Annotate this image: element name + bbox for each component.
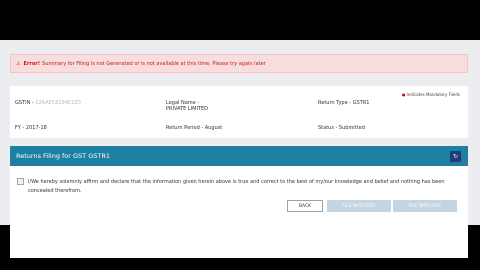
file-with-dsc-button[interactable]: FILE WITH DSC <box>327 200 391 212</box>
refresh-button[interactable]: ↻ <box>450 151 461 162</box>
refresh-icon: ↻ <box>452 153 459 160</box>
mandatory-note: ●Indicates Mandatory Fields <box>402 92 460 97</box>
declaration-text: I/We hereby solemnly affirm and declare … <box>28 179 445 194</box>
file-with-evc-button[interactable]: FILE WITH EVC <box>393 200 457 212</box>
gstin-label: GSTIN - <box>15 100 34 106</box>
fy-field: FY - 2017-18 <box>15 125 47 131</box>
declaration-checkbox[interactable] <box>17 178 24 185</box>
return-type-value: GSTR1 <box>352 100 370 106</box>
return-period-field: Return Period - August <box>166 125 222 131</box>
legal-name-value: PRIVATE LIMITED <box>166 106 209 112</box>
gstin-field: GSTIN - 22AAEC8294E1Z0 <box>15 100 81 106</box>
required-star-icon: ● <box>402 92 406 97</box>
status-value: Submitted <box>338 125 365 131</box>
return-details-card: ●Indicates Mandatory Fields GSTIN - 22AA… <box>10 86 468 138</box>
fy-value: 2017-18 <box>25 125 47 131</box>
error-alert: ⚠ Error! Summary for Filing is not Gener… <box>10 54 468 73</box>
returns-filing-title: Returns Filing for GST GSTR1 <box>16 152 111 160</box>
legal-name-field: Legal Name - PRIVATE LIMITED <box>166 100 208 112</box>
return-period-label: Return Period - <box>166 125 204 131</box>
error-icon: ⚠ <box>16 60 21 67</box>
declaration-row: I/We hereby solemnly affirm and declare … <box>17 178 457 196</box>
back-button[interactable]: BACK <box>287 200 323 212</box>
returns-filing-header: Returns Filing for GST GSTR1 ↻ <box>10 146 468 166</box>
return-period-value: August <box>204 125 223 131</box>
return-type-field: Return Type - GSTR1 <box>318 100 369 106</box>
status-label: Status - <box>318 125 338 131</box>
error-message: Summary for Filing is not Generated or i… <box>42 60 266 67</box>
gstin-value: 22AAEC8294E1Z0 <box>35 100 81 106</box>
gst-portal-content: ⚠ Error! Summary for Filing is not Gener… <box>0 40 480 258</box>
status-field: Status - Submitted <box>318 125 365 131</box>
error-label: Error! <box>23 60 41 67</box>
return-type-label: Return Type - <box>318 100 352 106</box>
fy-label: FY - <box>15 125 25 131</box>
